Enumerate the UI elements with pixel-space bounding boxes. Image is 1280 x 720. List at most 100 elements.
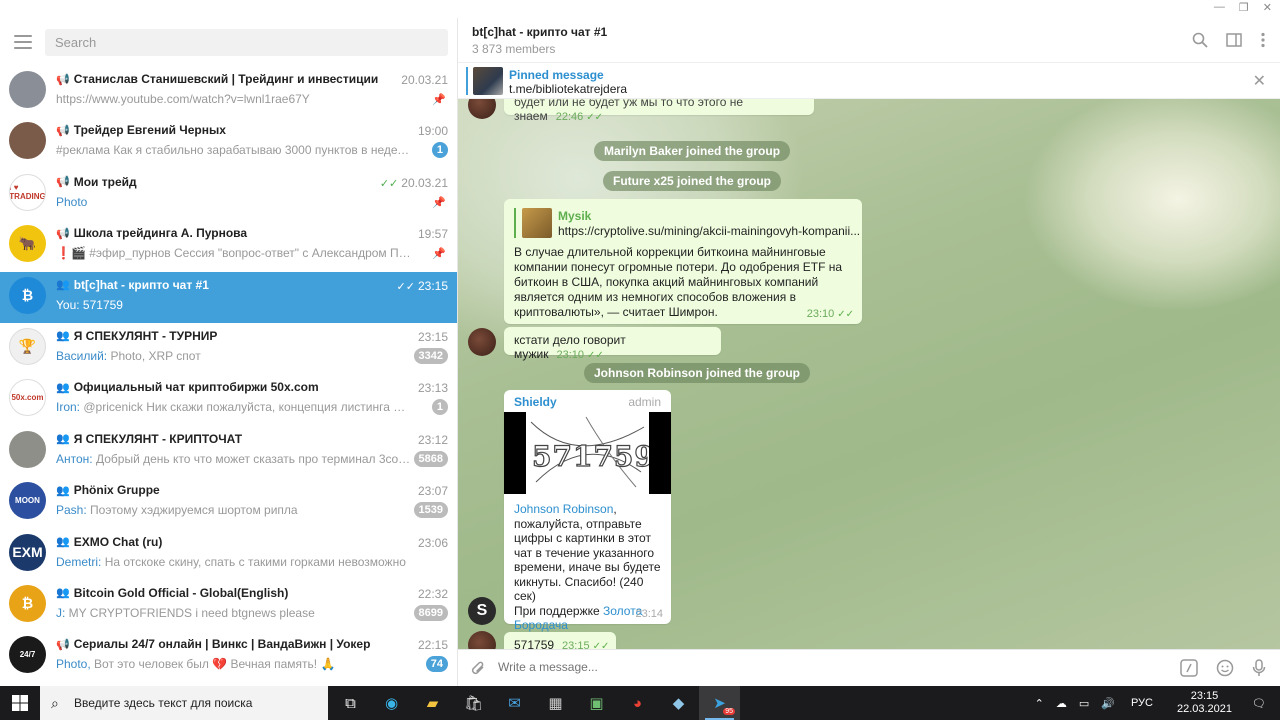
volume-icon[interactable]: 🔊 <box>1101 697 1115 710</box>
group-icon: 👥 <box>56 433 70 446</box>
captcha-image[interactable]: 571759 <box>504 412 671 494</box>
preview-sender: Pash: <box>56 503 91 518</box>
menu-icon[interactable] <box>14 35 32 49</box>
sidebar-toggle-icon[interactable] <box>1226 32 1242 53</box>
link-preview[interactable]: https://cryptolive.su/mining/akcii-maini… <box>558 224 860 238</box>
chat-name: 👥 Phönix Gruppe <box>56 483 386 497</box>
clock[interactable]: 23:15 22.03.2021 <box>1177 690 1232 716</box>
chat-time: 23:13 <box>418 381 448 395</box>
minimize-icon[interactable]: — <box>1214 1 1225 14</box>
chat-list-item[interactable]: ₿ 👥 Bitcoin Gold Official - Global(Englis… <box>0 580 457 631</box>
avatar-text: MOON <box>15 496 40 506</box>
message-input[interactable] <box>498 660 1148 674</box>
sidebar: Search 📢 Станислав Станишевский | Трейдин… <box>0 18 458 686</box>
bot-sender[interactable]: Shieldy <box>514 395 557 409</box>
chat-list-item[interactable]: EXM 👥 EXMO Chat (ru) 23:06 Demetri: На от… <box>0 529 457 580</box>
chat-header[interactable]: bt[c]hat - крипто чат #1 3 873 members <box>458 18 1280 63</box>
chat-list-item[interactable]: 🐂 📢 Школа трейдинга А. Пурнова 19:57 ❗🎬 #… <box>0 220 457 271</box>
bot-avatar[interactable]: S <box>468 597 496 625</box>
user-avatar[interactable] <box>468 631 496 649</box>
preview-text: You: 571759 <box>56 297 123 312</box>
chat-list-item[interactable]: 50x.com 👥 Официальный чат криптобиржи 50x… <box>0 374 457 425</box>
forwarded-message[interactable]: Mysik https://cryptolive.su/mining/akcii… <box>504 199 862 324</box>
chat-title[interactable]: bt[c]hat - крипто чат #1 <box>472 25 607 39</box>
notes-icon[interactable]: ◆ <box>658 686 699 720</box>
channel-icon: 📢 <box>56 176 70 189</box>
close-icon[interactable]: ✕ <box>1253 71 1266 91</box>
chevron-up-icon[interactable]: ⌃ <box>1035 697 1044 710</box>
commands-icon[interactable] <box>1180 659 1198 682</box>
chat-list-item[interactable]: 🏆 👥 Я СПЕКУЛЯНТ - ТУРНИР 23:15 Василий: P… <box>0 323 457 374</box>
preview-text: #реклама Как я стабильно зарабатываю 300… <box>56 143 411 158</box>
avatar-text: ₿ <box>21 287 34 304</box>
telegram-app: Search 📢 Станислав Станишевский | Трейдин… <box>0 18 1280 686</box>
chat-panel: bt[c]hat - крипто чат #1 3 873 members P… <box>458 18 1280 686</box>
admin-badge: admin <box>628 395 661 409</box>
chrome-icon[interactable]: ◕ <box>617 686 658 720</box>
chat-list-item[interactable]: 📢 Трейдер Евгений Черных 19:00 #реклама К… <box>0 117 457 168</box>
user-avatar[interactable] <box>468 99 496 119</box>
chat-avatar: 24/7 <box>9 636 46 674</box>
more-icon[interactable] <box>1260 32 1266 53</box>
chat-time-text: 20.03.21 <box>401 175 448 190</box>
chat-time-text: 23:12 <box>417 432 448 447</box>
maximize-icon[interactable]: ❐ <box>1239 1 1249 14</box>
chat-name: 📢 Школа трейдинга А. Пурнова <box>56 226 386 240</box>
task-view-icon[interactable]: ⧉ <box>330 686 371 720</box>
pinned-message[interactable]: Pinned message t.me/bibliotekatrejdera ✕ <box>458 63 1280 99</box>
search-input[interactable]: Search <box>45 28 448 56</box>
close-window-icon[interactable]: ✕ <box>1263 1 1272 14</box>
group-icon: 👥 <box>56 279 70 292</box>
group-icon: 👥 <box>56 484 70 497</box>
network-icon[interactable]: ▭ <box>1079 697 1089 710</box>
chat-name-text: Я СПЕКУЛЯНТ - ТУРНИР <box>73 328 218 343</box>
chat-time: 23:07 <box>418 484 448 498</box>
avatar-text: ₿ <box>21 595 34 612</box>
chat-list-item[interactable]: I ♥ TRADING 📢 Мои трейд ✓✓ 20.03.21 Photo … <box>0 169 457 220</box>
onedrive-icon[interactable]: ☁ <box>1056 697 1067 710</box>
channel-icon: 📢 <box>56 124 70 137</box>
chat-list-item[interactable]: 📢 Станислав Станишевский | Трейдинг и инв… <box>0 66 457 117</box>
forward-sender[interactable]: Mysik <box>558 209 591 223</box>
chat-list-item[interactable]: ₿ 👥 bt[c]hat - крипто чат #1 ✓✓ 23:15 You:… <box>0 271 457 323</box>
windows-start-icon[interactable] <box>0 686 40 720</box>
member-count: 3 873 members <box>472 42 556 56</box>
chat-time-text: 23:15 <box>417 278 448 293</box>
calculator-icon[interactable]: ▦ <box>535 686 576 720</box>
chat-name: 📢 Трейдер Евгений Черных <box>56 123 386 137</box>
message-bubble[interactable]: будет или не будет уж мы то что этого не… <box>504 99 814 123</box>
pin-icon: 📌 <box>432 248 446 261</box>
pinned-text[interactable]: t.me/bibliotekatrejdera <box>509 82 627 96</box>
telegram-taskbar-icon[interactable]: ➤ 95 <box>699 686 740 720</box>
avatar-text: 🏆 <box>18 337 37 354</box>
unread-badge: 5868 <box>413 450 448 467</box>
terminal-icon[interactable]: ▣ <box>576 686 617 720</box>
chat-list-item[interactable]: 24/7 📢 Сериалы 24/7 онлайн | Винкс | Ванд… <box>0 631 457 682</box>
file-explorer-icon[interactable]: ▰ <box>412 686 453 720</box>
taskbar-search[interactable]: ⌕ Введите здесь текст для поиска <box>40 686 328 720</box>
my-message[interactable]: 571759 23:15 ✓✓ <box>504 632 616 649</box>
chat-time: ✓✓ 20.03.21 <box>380 176 448 190</box>
chat-name-text: Сериалы 24/7 онлайн | Винкс | ВандаВижн … <box>73 637 371 652</box>
bot-message[interactable]: Shieldy admin 571759 Johnson Robinson, п… <box>504 390 671 632</box>
chat-list-item[interactable]: MOON 👥 Phönix Gruppe 23:07 Pash: Поэтому … <box>0 477 457 528</box>
emoji-icon[interactable] <box>1216 659 1234 682</box>
pinned-label: Pinned message <box>509 68 604 82</box>
microphone-icon[interactable] <box>1252 659 1266 682</box>
edge-icon[interactable]: ◉ <box>371 686 412 720</box>
mail-icon[interactable]: ✉ <box>494 686 535 720</box>
message-bubble[interactable]: кстати дело говорит мужик 23:10 ✓✓ <box>504 327 721 361</box>
chat-preview: ❗🎬 #эфир_пурнов Сессия "вопрос-ответ" с … <box>56 246 411 260</box>
search-icon[interactable] <box>1192 32 1208 53</box>
chat-name-text: Станислав Станишевский | Трейдинг и инве… <box>73 72 379 86</box>
store-icon[interactable]: 🛍 <box>453 686 494 720</box>
message-area[interactable]: будет или не будет уж мы то что этого не… <box>458 99 1280 649</box>
chat-avatar <box>9 430 46 468</box>
preview-text: Поэтому хэджируемся шортом рипла <box>90 503 298 518</box>
attach-icon[interactable] <box>470 659 486 682</box>
user-mention[interactable]: Johnson Robinson <box>514 502 613 516</box>
chat-list-item[interactable]: 👥 Я СПЕКУЛЯНТ - КРИПТОЧАТ 23:12 Антон: До… <box>0 426 457 477</box>
user-avatar[interactable] <box>468 328 496 356</box>
language-indicator[interactable]: РУС <box>1131 697 1153 709</box>
notifications-icon[interactable]: 🗨 <box>1252 697 1266 710</box>
